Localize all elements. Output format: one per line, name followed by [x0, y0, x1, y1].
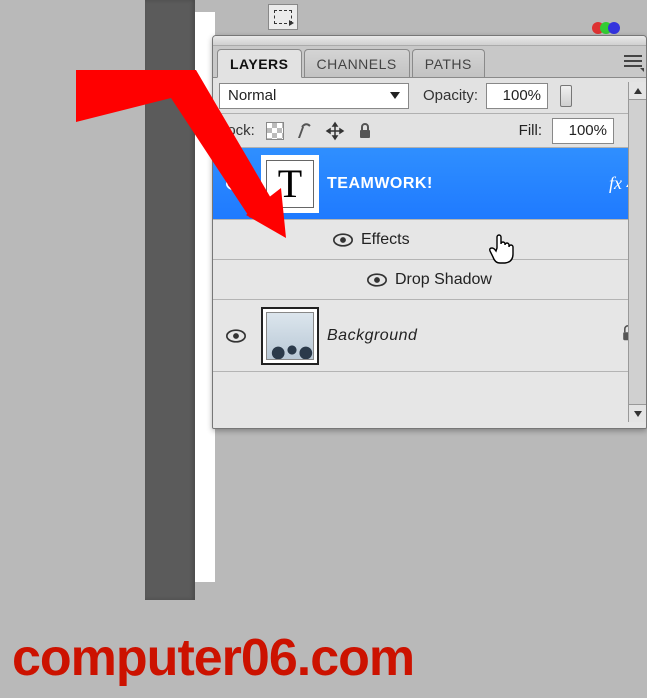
lock-label: Lock: [219, 122, 255, 139]
chevron-down-icon [390, 92, 400, 99]
blend-mode-value: Normal [228, 87, 276, 104]
lock-pixels-icon[interactable] [295, 121, 315, 141]
opacity-input[interactable]: 100% [486, 83, 548, 109]
visibility-toggle-icon[interactable] [226, 329, 246, 343]
layer-name[interactable]: TEAMWORK! [327, 175, 601, 193]
fill-label: Fill: [519, 122, 542, 139]
lock-all-icon[interactable] [355, 121, 375, 141]
lock-fill-row: Lock: Fill: 100% [213, 114, 646, 148]
layers-list: T TEAMWORK! fx Effects Drop Shadow [213, 148, 646, 428]
panel-menu-icon[interactable] [624, 52, 642, 70]
tab-channels[interactable]: CHANNELS [304, 49, 410, 77]
visibility-toggle-icon[interactable] [226, 177, 246, 191]
layer-thumbnail-text[interactable]: T [261, 155, 319, 213]
layer-row-teamwork[interactable]: T TEAMWORK! fx [213, 148, 646, 220]
watermark: computer06.com [12, 628, 414, 688]
fill-input[interactable]: 100% [552, 118, 614, 144]
artboard-tool-icon[interactable] [268, 4, 298, 30]
tab-layers[interactable]: LAYERS [217, 49, 302, 78]
opacity-label: Opacity: [423, 87, 478, 104]
fx-label: fx [609, 173, 622, 194]
effects-label: Effects [361, 231, 410, 249]
opacity-value: 100% [503, 87, 541, 104]
lock-position-icon[interactable] [325, 121, 345, 141]
scroll-down-button[interactable] [629, 404, 646, 422]
panel-grip[interactable] [213, 36, 646, 46]
opacity-slider-handle[interactable] [560, 85, 572, 107]
lock-transparency-icon[interactable] [265, 121, 285, 141]
fill-value: 100% [569, 122, 607, 139]
layers-panel: LAYERS CHANNELS PATHS Normal Opacity: 10… [212, 35, 647, 429]
visibility-toggle-icon[interactable] [367, 273, 387, 287]
blend-opacity-row: Normal Opacity: 100% [213, 78, 646, 114]
scroll-up-button[interactable] [629, 82, 646, 100]
layer-thumbnail-image[interactable] [261, 307, 319, 365]
layer-effects-row[interactable]: Effects [213, 220, 646, 260]
layer-row-background[interactable]: Background [213, 300, 646, 372]
layer-effect-dropshadow[interactable]: Drop Shadow [213, 260, 646, 300]
type-layer-glyph: T [278, 160, 302, 207]
tab-paths[interactable]: PATHS [412, 49, 485, 77]
panel-scrollbar[interactable] [628, 82, 646, 422]
drop-shadow-label: Drop Shadow [395, 271, 492, 289]
panel-tabs: LAYERS CHANNELS PATHS [213, 46, 646, 78]
color-mode-icon [596, 22, 620, 34]
visibility-toggle-icon[interactable] [333, 233, 353, 247]
layer-name[interactable]: Background [327, 327, 612, 345]
blend-mode-dropdown[interactable]: Normal [219, 83, 409, 109]
document-edge [145, 0, 195, 600]
